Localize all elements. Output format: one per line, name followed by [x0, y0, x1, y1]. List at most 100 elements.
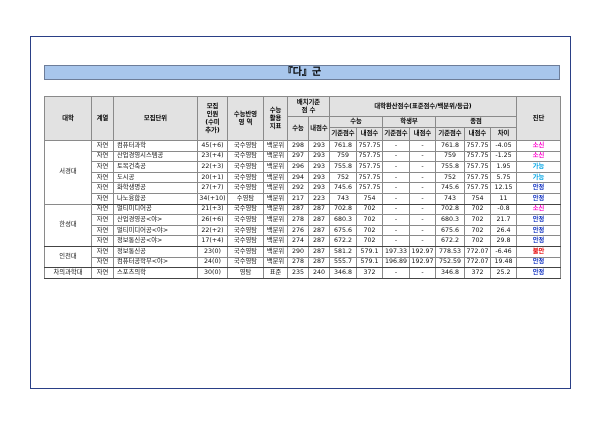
- cell-quota: 27(+7): [197, 182, 228, 194]
- cell-total-mine: 702: [464, 203, 491, 216]
- cell-diff: 25.2: [489, 267, 518, 279]
- cell-diff: 26.4: [489, 224, 518, 237]
- cell-school-mine: -: [409, 140, 436, 152]
- cell-school-mine: -: [409, 214, 436, 226]
- cell-cutoff-mine: 287: [308, 235, 330, 247]
- cell-total-mine: 702: [464, 224, 491, 237]
- cell-suneung-std: 759: [329, 150, 357, 163]
- cell-diff: 11: [489, 192, 518, 205]
- cell-suneung-std: 672.2: [329, 235, 357, 247]
- col-verdict: 진단: [516, 96, 562, 141]
- cell-school-std: -: [382, 192, 410, 205]
- cell-diff: -1.25: [489, 150, 518, 163]
- col-cutoff-suneung: 수능: [287, 116, 309, 141]
- cell-suneung-std: 581.2: [329, 245, 357, 258]
- col-suneung-mine: 내점수: [356, 127, 383, 141]
- cell-total-mine: 372: [464, 267, 491, 279]
- cell-suneung-mine: 579.1: [356, 256, 383, 269]
- univ-name: 한성대: [44, 203, 92, 247]
- cell-area: 국수영탐: [227, 182, 264, 194]
- cell-total-mine: 702: [464, 235, 491, 247]
- cell-area: 국수영탐: [227, 214, 264, 226]
- univ-name: 차의과학대: [44, 267, 92, 279]
- cell-suneung-mine: 702: [356, 203, 383, 216]
- cell-diff: 12.15: [489, 182, 518, 194]
- col-reflect-line: 수능반영: [233, 110, 258, 118]
- col-usage: 수능 활용 지표: [263, 96, 288, 141]
- cell-school-std: -: [382, 203, 410, 216]
- col-school-std: 기준점수: [382, 127, 410, 141]
- col-usage-line: 활용: [269, 114, 282, 122]
- cell-dept: 정보통신공: [113, 245, 198, 258]
- cell-total-mine: 702: [464, 214, 491, 226]
- cell-area: 국수영탐: [227, 224, 264, 237]
- cell-diff: 29.8: [489, 235, 518, 247]
- cell-cutoff-suneung: 297: [287, 150, 309, 163]
- cell-cutoff-mine: 293: [308, 140, 330, 152]
- cell-diff: 19.48: [489, 256, 518, 269]
- cell-cutoff-suneung: 274: [287, 235, 309, 247]
- col-usage-line: 수능: [269, 106, 282, 114]
- cell-verdict: 가능: [516, 161, 562, 173]
- col-total-std: 기준점수: [435, 127, 465, 141]
- cell-quota: 30(0): [197, 267, 228, 279]
- cell-school-std: -: [382, 171, 410, 184]
- cell-track: 자연: [91, 192, 114, 205]
- col-reflect: 수능반영 영 역: [227, 96, 264, 141]
- col-total: 종점: [434, 116, 518, 128]
- col-usage-line: 지표: [269, 122, 282, 130]
- cell-dept: 스포츠의학: [113, 267, 198, 279]
- cell-diff: 1.95: [489, 161, 518, 173]
- table-row: 자연 나노융합공 34(+10) 수영탐 백분위 217 223 743 754…: [45, 192, 562, 205]
- col-quota-line: 추가): [205, 126, 220, 134]
- univ-name: 서경대: [44, 140, 92, 205]
- cell-cutoff-suneung: 287: [287, 203, 309, 216]
- cell-quota: 26(+6): [197, 214, 228, 226]
- cell-school-mine: -: [409, 182, 436, 194]
- cell-diff: 5.75: [489, 171, 518, 184]
- cell-usage: 백분위: [263, 235, 288, 247]
- cell-verdict: 가능: [516, 171, 562, 184]
- cell-usage: 백분위: [263, 140, 288, 152]
- cell-track: 자연: [91, 214, 114, 226]
- col-track: 계열: [91, 96, 114, 141]
- cell-total-std: 743: [435, 192, 465, 205]
- col-quota-line: 모집: [206, 102, 219, 110]
- col-suneung: 수능: [329, 116, 383, 128]
- cell-track: 자연: [91, 245, 114, 258]
- table-row: 자연 화학생명공 27(+7) 국수영탐 백분위 292 293 745.6 7…: [45, 182, 562, 194]
- cell-suneung-std: 555.7: [329, 256, 357, 269]
- col-total-diff: 차이: [489, 127, 518, 141]
- cell-school-std: 196.89: [382, 256, 410, 269]
- cell-dept: 산업경영공<야>: [113, 214, 198, 226]
- col-quota-line: (수미: [205, 118, 220, 126]
- cell-suneung-std: 745.6: [329, 182, 357, 194]
- cell-usage: 백분위: [263, 256, 288, 269]
- cell-school-mine: -: [409, 224, 436, 237]
- cell-school-mine: -: [409, 203, 436, 216]
- cell-cutoff-suneung: 276: [287, 224, 309, 237]
- cell-verdict: 안정: [516, 235, 562, 247]
- cell-dept: 산업경영시스템공: [113, 150, 198, 163]
- cell-area: 국수영탐: [227, 203, 264, 216]
- col-dept: 모집단위: [113, 96, 198, 141]
- col-quota: 모집 인원 (수미 추가): [197, 96, 228, 141]
- cell-cutoff-mine: 293: [308, 161, 330, 173]
- cell-verdict: 소신: [516, 203, 562, 216]
- col-quota-line: 인원: [206, 110, 219, 118]
- cell-track: 자연: [91, 235, 114, 247]
- cell-total-std: 761.8: [435, 140, 465, 152]
- cell-verdict: 안정: [516, 214, 562, 226]
- cell-dept: 도시공: [113, 171, 198, 184]
- cell-suneung-mine: 702: [356, 224, 383, 237]
- cell-cutoff-mine: 287: [308, 203, 330, 216]
- col-suneung-std: 기준점수: [329, 127, 357, 141]
- page-frame: 『다』군 대학 계열 모집단위 모집 인원 (수미 추가) 수능반영 영 역 수…: [30, 36, 571, 389]
- cell-area: 국수영탐: [227, 140, 264, 152]
- cell-total-std: 752: [435, 171, 465, 184]
- cell-school-mine: -: [409, 161, 436, 173]
- cell-suneung-mine: 702: [356, 235, 383, 247]
- cell-suneung-std: 680.3: [329, 214, 357, 226]
- cell-usage: 표준: [263, 267, 288, 279]
- col-convert: 대학환산점수(표준점수/백분위/등급): [328, 96, 518, 117]
